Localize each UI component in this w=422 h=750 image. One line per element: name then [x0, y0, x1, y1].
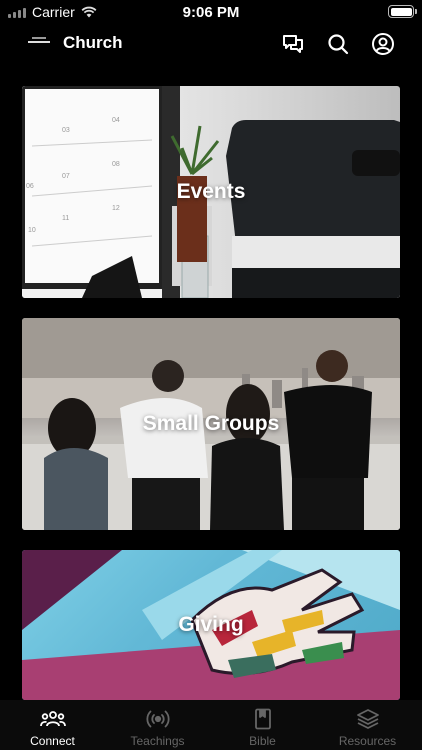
svg-text:11: 11: [62, 215, 69, 222]
events-card[interactable]: 03 04 07 08 11 12 06 10 Events: [22, 86, 400, 298]
events-label: Events: [176, 180, 246, 203]
tab-resources-label: Resources: [338, 734, 397, 748]
tab-connect-label: Connect: [30, 734, 75, 748]
tab-bible[interactable]: Bible: [210, 700, 315, 750]
tab-bar: Connect Teachings Bible Resources: [0, 700, 422, 750]
app-title: Church: [63, 33, 123, 52]
tab-connect[interactable]: Connect: [0, 700, 105, 750]
status-bar: Carrier 9:06 PM: [0, 0, 422, 24]
profile-icon[interactable]: [370, 31, 396, 57]
broadcast-icon: [145, 707, 171, 731]
svg-text:07: 07: [62, 173, 70, 180]
small-groups-card[interactable]: Small Groups: [22, 318, 400, 530]
tab-teachings-label: Teachings: [130, 734, 185, 748]
tab-teachings[interactable]: Teachings: [105, 700, 210, 750]
tab-resources[interactable]: Resources: [315, 700, 420, 750]
svg-text:08: 08: [112, 161, 120, 168]
search-icon[interactable]: [325, 31, 351, 57]
giving-label: Giving: [178, 613, 244, 636]
church-logo: [28, 37, 50, 47]
people-icon: [39, 707, 66, 731]
chat-icon[interactable]: [280, 31, 306, 57]
layers-icon: [355, 707, 381, 731]
svg-text:10: 10: [28, 227, 36, 234]
status-time: 9:06 PM: [182, 4, 240, 21]
svg-text:04: 04: [112, 117, 120, 124]
small-groups-label: Small Groups: [142, 412, 280, 435]
book-icon: [250, 707, 276, 731]
svg-text:12: 12: [112, 205, 120, 212]
svg-text:03: 03: [62, 127, 70, 134]
app-header: Church: [0, 24, 422, 64]
giving-card[interactable]: Giving: [22, 550, 400, 700]
battery-icon: [388, 5, 417, 18]
tab-bible-label: Bible: [249, 734, 276, 748]
